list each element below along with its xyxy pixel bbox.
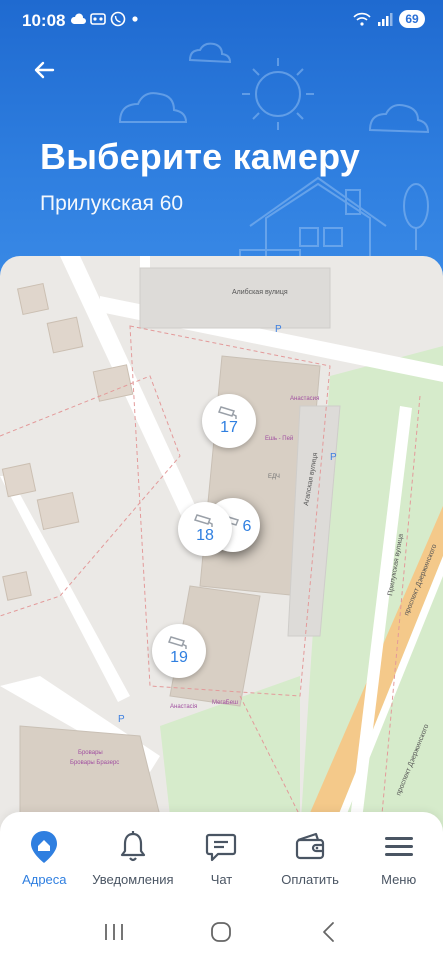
cloud-icon <box>70 13 86 24</box>
parking-icon: P <box>118 714 125 725</box>
notification-dot-icon <box>132 16 138 22</box>
street-label: Алибская вулиця <box>232 288 288 296</box>
status-bar: 10:08 69 <box>0 0 443 40</box>
camera-number: 17 <box>220 419 238 436</box>
camera-number: 6 <box>242 518 252 535</box>
poi-label: Бровары Бразерс <box>70 760 119 766</box>
chevron-left-icon <box>323 922 335 942</box>
bell-icon <box>120 831 145 862</box>
system-back-button[interactable] <box>309 912 349 952</box>
poi-label: ЕДЧ <box>268 474 280 480</box>
poi-label: Бровары <box>78 750 103 756</box>
home-circle-icon <box>211 922 232 942</box>
camera-marker-18[interactable]: 18 <box>178 502 232 556</box>
recent-apps-button[interactable] <box>94 912 134 952</box>
camera-number: 18 <box>196 527 214 544</box>
nav-label: Уведомления <box>92 872 174 887</box>
arrow-left-icon <box>34 61 55 79</box>
nav-label: Оплатить <box>281 872 339 887</box>
location-home-icon <box>31 831 58 863</box>
nav-label: Меню <box>381 872 417 887</box>
camera-map[interactable]: Алибская вулиця Агапская вулиця Прилукск… <box>0 256 443 836</box>
hamburger-menu-icon <box>384 837 413 856</box>
camera-marker-17[interactable]: 17 <box>202 394 256 448</box>
nav-item-notifications[interactable]: Уведомления <box>89 830 177 887</box>
camera-number: 19 <box>170 649 188 666</box>
signal-icon <box>378 13 393 26</box>
nav-item-addresses[interactable]: Адреса <box>0 830 88 887</box>
address-subtitle: Прилукская 60 <box>40 192 184 215</box>
header: 10:08 69 Выберите камеру Прилукская 60 <box>0 0 443 290</box>
status-time: 10:08 <box>22 11 66 30</box>
nav-item-menu[interactable]: Меню <box>355 830 443 887</box>
nav-item-chat[interactable]: Чат <box>177 830 265 887</box>
poi-label: МегаБеш <box>212 700 238 706</box>
recent-apps-icon <box>104 924 123 940</box>
chat-icon <box>206 833 237 862</box>
poi-label: Анастасія <box>170 704 197 710</box>
camera-marker-19[interactable]: 19 <box>152 624 206 678</box>
nav-item-pay[interactable]: Оплатить <box>266 830 354 887</box>
system-navigation-bar <box>0 904 443 960</box>
battery-indicator: 69 <box>399 10 425 28</box>
parking-icon: P <box>330 452 337 463</box>
wallet-icon <box>295 832 325 860</box>
poi-label: Анастасия <box>290 396 319 402</box>
nav-label: Чат <box>210 872 233 887</box>
voicemail-icon <box>90 13 106 25</box>
nav-label: Адреса <box>22 872 67 887</box>
back-button[interactable] <box>28 54 60 86</box>
parking-icon: P <box>275 324 282 335</box>
wifi-icon <box>353 12 371 26</box>
page-title: Выберите камеру <box>40 136 361 177</box>
poi-label: Ешь - Пей <box>265 435 293 442</box>
bottom-navigation: Адреса Уведомления Чат Оплатить Меню <box>0 812 443 904</box>
home-button[interactable] <box>201 912 241 952</box>
viber-icon <box>110 11 126 27</box>
